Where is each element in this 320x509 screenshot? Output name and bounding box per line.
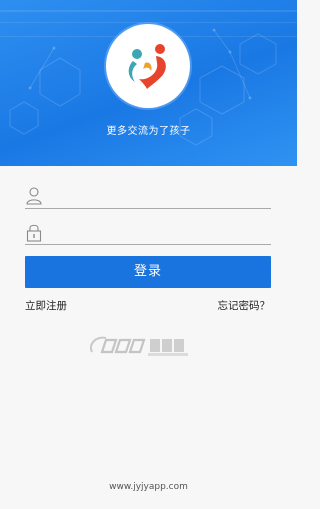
forgot-password-link[interactable]: 忘记密码？ (218, 298, 271, 313)
site-watermark-logo (90, 336, 188, 356)
footer-website-url: www.jyjyapp.com (109, 482, 188, 492)
login-button[interactable]: 登录 (25, 256, 271, 288)
app-slogan: 更多交流为了孩子 (106, 126, 191, 137)
app-logo (106, 24, 190, 108)
user-icon (26, 187, 42, 205)
header-banner: 更多交流为了孩子 (0, 0, 297, 166)
family-heart-icon (128, 44, 166, 89)
register-link[interactable]: 立即注册 (25, 298, 67, 313)
password-field[interactable] (25, 222, 271, 245)
password-input[interactable] (47, 223, 267, 241)
username-field[interactable] (25, 186, 271, 209)
username-input[interactable] (47, 187, 267, 205)
lock-icon (26, 224, 42, 242)
